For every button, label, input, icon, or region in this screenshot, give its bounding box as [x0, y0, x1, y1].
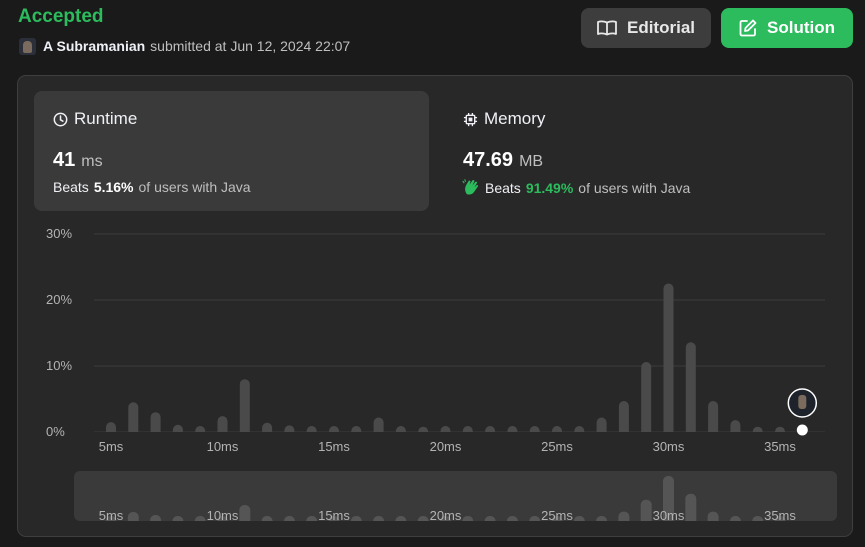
- avatar[interactable]: [19, 37, 36, 55]
- overview-bar: [395, 516, 407, 521]
- overview-bar: [127, 512, 139, 521]
- overview-bar: [729, 516, 741, 521]
- overview-bar: [752, 516, 764, 521]
- overview-tick-label: 20ms: [430, 508, 462, 521]
- chart-bar[interactable]: [685, 342, 696, 437]
- x-tick-label: 10ms: [207, 439, 239, 454]
- overview-bar: [707, 511, 719, 521]
- y-tick-label: 20%: [46, 292, 72, 307]
- chip-icon: [463, 112, 478, 126]
- y-tick-label: 10%: [46, 358, 72, 373]
- memory-card[interactable]: Memory 47.69 MB Beats 91.49% of users wi…: [444, 91, 839, 211]
- username-link[interactable]: A Subramanian: [43, 38, 145, 54]
- status-accepted: Accepted: [18, 6, 104, 27]
- marker-avatar-figure: [798, 395, 807, 409]
- chart-bar[interactable]: [641, 362, 652, 437]
- memory-title-label: Memory: [484, 109, 546, 128]
- x-tick-label: 5ms: [99, 439, 124, 454]
- runtime-unit: ms: [81, 153, 103, 170]
- runtime-beats-percent: 5.16%: [93, 179, 134, 195]
- overview-tick-label: 10ms: [207, 508, 239, 521]
- your-runtime-marker[interactable]: [796, 424, 808, 436]
- chart-bar[interactable]: [128, 402, 139, 437]
- memory-beats-suffix: of users with Java: [578, 179, 691, 196]
- solution-button[interactable]: Solution: [721, 8, 853, 48]
- overview-bar: [172, 516, 184, 521]
- runtime-value: 41 ms: [53, 149, 103, 172]
- overview-bar: [194, 516, 206, 521]
- overview-bar: [462, 516, 474, 521]
- overview-bar: [640, 499, 652, 521]
- editorial-button[interactable]: Editorial: [581, 8, 711, 48]
- y-tick-label: 30%: [46, 226, 72, 241]
- runtime-beats-word: Beats: [53, 179, 89, 195]
- overview-chart[interactable]: 5ms 10ms 15ms 20ms 25ms 30ms 35ms: [74, 471, 837, 521]
- overview-bar: [618, 511, 630, 521]
- memory-number: 47.69: [463, 149, 514, 171]
- clap-icon: [462, 179, 479, 195]
- overview-bar: [573, 516, 585, 521]
- overview-bar: [239, 505, 251, 521]
- overview-bar: [506, 516, 518, 521]
- book-open-icon: [597, 20, 617, 36]
- chart-bar[interactable]: [618, 400, 629, 437]
- overview-tick-label: 30ms: [653, 508, 685, 521]
- overview-bar: [417, 516, 429, 521]
- chart-bar[interactable]: [239, 379, 250, 437]
- baseline-mask: [94, 432, 830, 440]
- memory-value: 47.69 MB: [463, 149, 543, 172]
- overview-bar: [484, 516, 496, 521]
- memory-beats: Beats 91.49% of users with Java: [462, 179, 690, 196]
- overview-tick-label: 15ms: [318, 508, 350, 521]
- overview-bar: [350, 516, 362, 521]
- overview-tick-label: 35ms: [764, 508, 796, 521]
- memory-beats-percent: 91.49%: [525, 179, 574, 196]
- submitted-at-text: submitted at Jun 12, 2024 22:07: [150, 38, 351, 54]
- runtime-beats-suffix: of users with Java: [138, 179, 251, 195]
- overview-bar: [283, 516, 295, 521]
- overview-bar: [150, 515, 162, 521]
- memory-unit: MB: [519, 153, 544, 170]
- runtime-card[interactable]: Runtime 41 ms Beats 5.16% of users with …: [34, 91, 429, 211]
- submission-info: A Subramanian submitted at Jun 12, 2024 …: [19, 37, 350, 55]
- chart-bar[interactable]: [663, 283, 674, 438]
- overview-tick-label: 25ms: [541, 508, 573, 521]
- x-tick-label: 20ms: [430, 439, 462, 454]
- result-panel: 30% 20% 10% 0% 5ms 10ms 15ms 20ms 25ms 30ms 35ms R…: [17, 75, 853, 537]
- overview-bar: [685, 493, 697, 521]
- editorial-label: Editorial: [626, 18, 695, 37]
- memory-title: Memory: [463, 109, 545, 129]
- overview-tick-label: 5ms: [99, 508, 124, 521]
- chart-bar[interactable]: [708, 400, 719, 437]
- y-tick-label: 0%: [46, 424, 65, 439]
- runtime-number: 41: [53, 149, 76, 171]
- solution-label: Solution: [767, 18, 835, 37]
- overview-bar: [373, 516, 385, 521]
- memory-beats-word: Beats: [485, 179, 521, 196]
- runtime-beats: Beats 5.16% of users with Java: [53, 179, 251, 195]
- clock-icon: [53, 112, 68, 126]
- edit-icon: [739, 19, 757, 37]
- overview-bar: [306, 516, 318, 521]
- overview-bar: [529, 516, 541, 521]
- x-tick-label: 30ms: [653, 439, 685, 454]
- x-tick-label: 25ms: [541, 439, 573, 454]
- overview-bar: [596, 516, 608, 521]
- overview-bar: [261, 516, 273, 521]
- runtime-title: Runtime: [53, 109, 137, 129]
- x-tick-label: 15ms: [318, 439, 350, 454]
- chart-range-overview[interactable]: 5ms 10ms 15ms 20ms 25ms 30ms 35ms: [74, 471, 837, 521]
- runtime-title-label: Runtime: [74, 109, 138, 128]
- x-tick-label: 35ms: [764, 439, 796, 454]
